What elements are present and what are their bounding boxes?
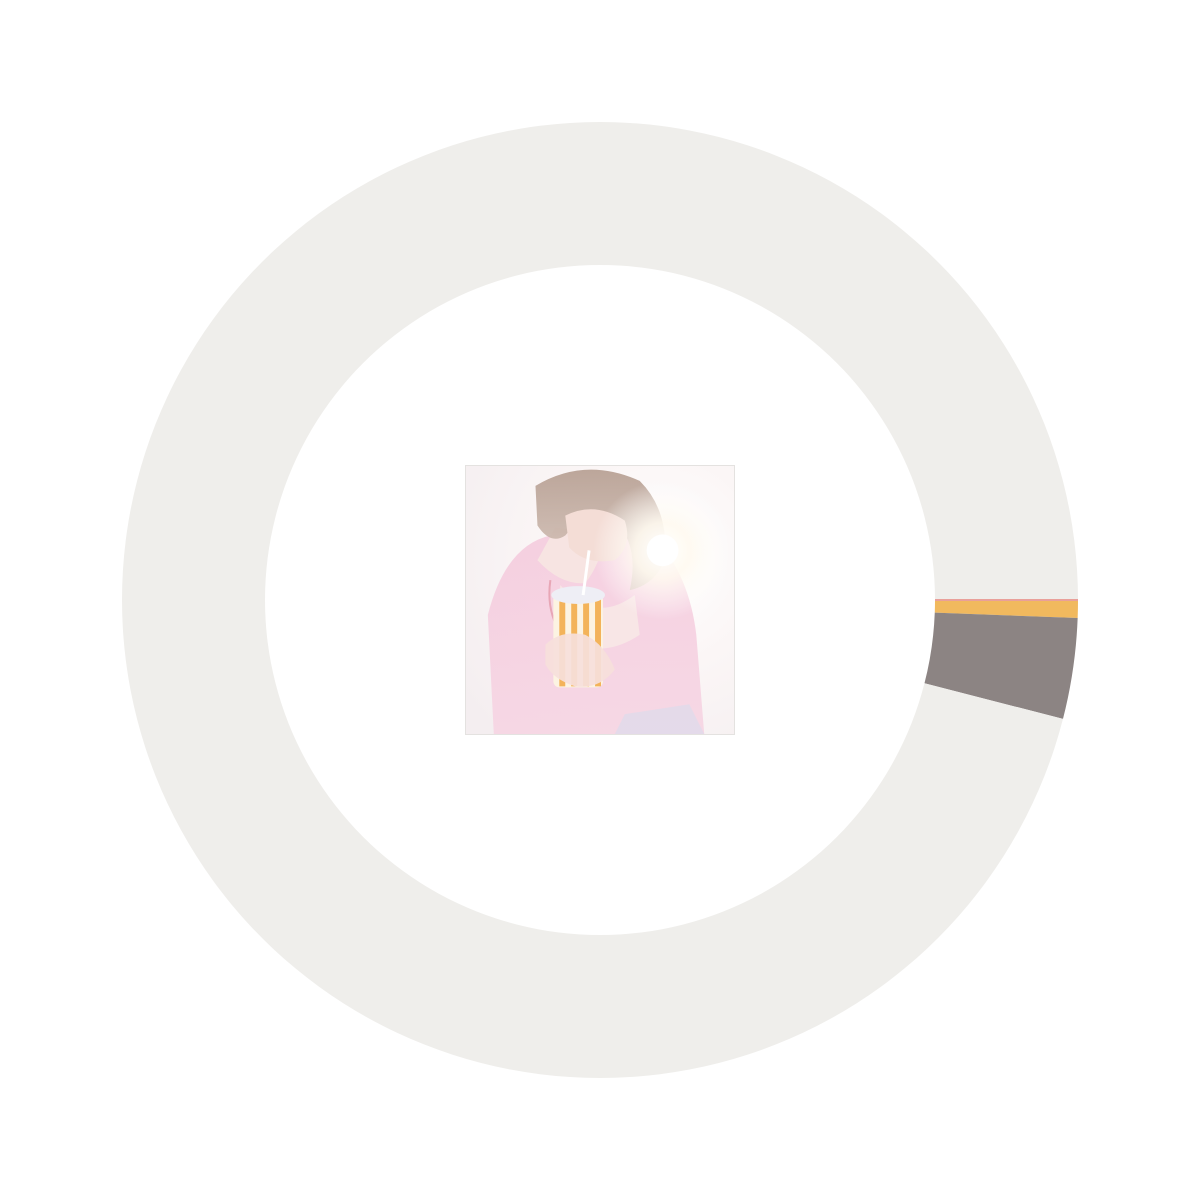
album-cover-art xyxy=(466,466,734,734)
donut-chart xyxy=(0,0,1200,1200)
album-cover-photo xyxy=(465,465,735,735)
